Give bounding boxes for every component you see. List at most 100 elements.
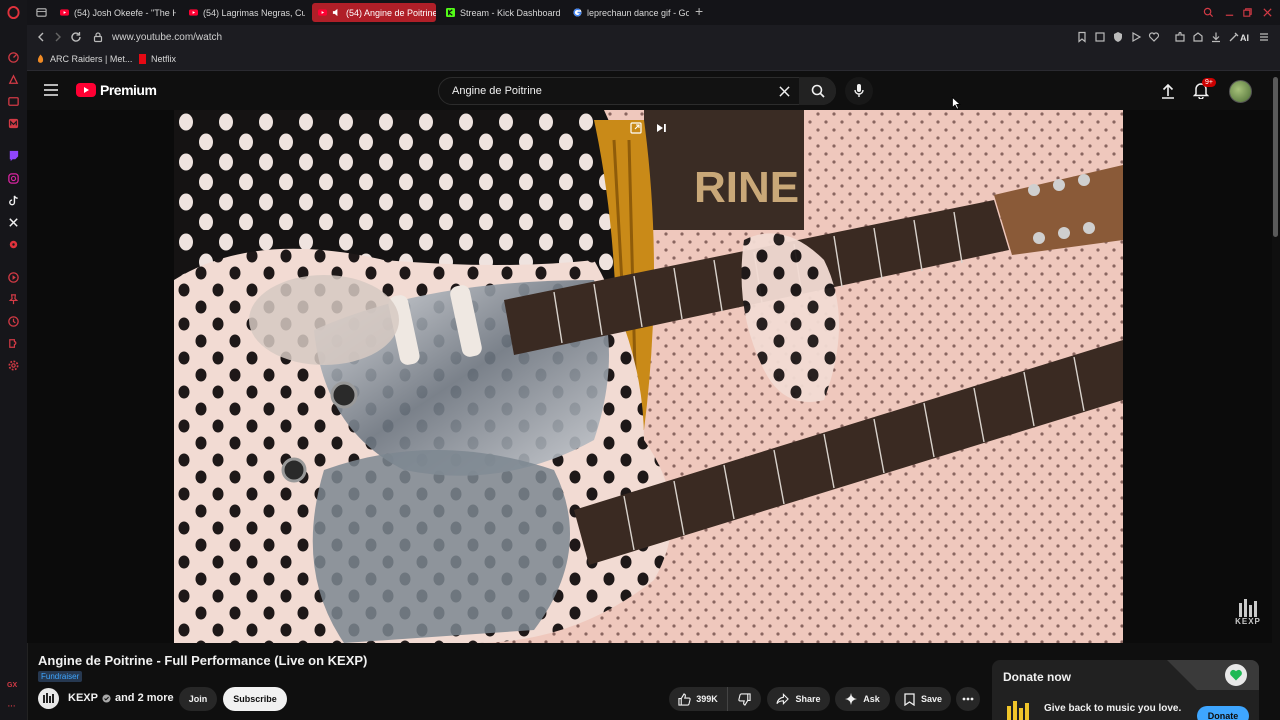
netflix-icon	[139, 54, 146, 64]
news-icon[interactable]	[7, 95, 20, 108]
tab-label: (54) Lagrimas Negras, Cu	[203, 7, 305, 18]
video-frame[interactable]: RINE	[174, 110, 1123, 643]
mail-icon[interactable]	[7, 117, 20, 130]
restore-icon[interactable]	[1242, 7, 1253, 18]
url-field[interactable]: www.youtube.com/watch	[112, 32, 222, 43]
kexp-donate-logo-icon	[1007, 701, 1029, 720]
opera-logo-icon[interactable]	[7, 6, 20, 19]
clear-search-icon[interactable]	[779, 86, 790, 97]
search-button[interactable]	[799, 77, 836, 105]
workspaces-icon[interactable]	[36, 7, 47, 18]
tab-angine-de-poitrine[interactable]: (54) Angine de Poitrine	[312, 3, 436, 22]
youtube-header: Premium Angine de Poitrine 9+	[27, 71, 1280, 110]
kick-icon	[446, 8, 455, 17]
voice-search-button[interactable]	[845, 77, 873, 105]
search-input[interactable]: Angine de Poitrine	[452, 85, 542, 97]
kexp-avatar-icon	[43, 693, 54, 703]
bookmark-arc-raiders[interactable]: ARC Raiders | Met...	[36, 54, 132, 64]
heart-icon	[1230, 669, 1242, 681]
ask-button[interactable]: Ask	[835, 687, 890, 711]
next-video-icon[interactable]	[655, 122, 667, 134]
tab-leprechaun-gif[interactable]: leprechaun dance gif - Go	[567, 3, 689, 22]
dislike-button[interactable]	[728, 687, 761, 711]
avatar[interactable]	[1229, 80, 1252, 103]
tab-kick-dashboard[interactable]: Stream - Kick Dashboard	[440, 3, 565, 22]
search-box: Angine de Poitrine	[438, 77, 836, 105]
extensions-puzzle-icon[interactable]	[1174, 31, 1186, 43]
forward-arrow-icon[interactable]	[52, 31, 64, 43]
hamburger-menu-icon[interactable]	[44, 84, 58, 96]
sparkle-icon	[845, 693, 858, 705]
page-scrollbar[interactable]	[1272, 71, 1280, 720]
share-button[interactable]: Share	[767, 687, 830, 711]
search-tabs-icon[interactable]	[1203, 7, 1214, 18]
tab-label: Stream - Kick Dashboard	[460, 7, 561, 18]
channel-name-label: KEXP	[68, 692, 98, 704]
extensions-icon[interactable]	[7, 337, 20, 350]
player-icon[interactable]	[7, 271, 20, 284]
youtube-icon	[318, 9, 327, 16]
instagram-icon[interactable]	[7, 172, 20, 185]
youtube-logo-icon	[76, 83, 96, 97]
heart-icon[interactable]	[1148, 31, 1160, 43]
gx-corner-icon[interactable]	[7, 73, 20, 86]
music-player-icon[interactable]	[7, 238, 20, 251]
aria-ai-icon[interactable]	[1228, 31, 1240, 43]
wallet-icon[interactable]	[1192, 31, 1204, 43]
speed-dial-icon[interactable]	[7, 51, 20, 64]
menu-icon[interactable]	[1258, 31, 1270, 43]
share-arrow-icon	[776, 693, 790, 705]
youtube-premium-logo[interactable]: Premium	[76, 82, 157, 98]
speaker-icon[interactable]	[332, 8, 341, 17]
vpn-shield-icon[interactable]	[1112, 31, 1124, 43]
google-icon	[573, 8, 582, 17]
save-label: Save	[920, 694, 943, 704]
subscribe-button[interactable]: Subscribe	[223, 687, 287, 711]
close-window-icon[interactable]	[1262, 7, 1273, 18]
player-play-icon[interactable]	[1130, 31, 1142, 43]
address-bar: www.youtube.com/watch AI	[27, 25, 1280, 50]
video-title: Angine de Poitrine - Full Performance (L…	[38, 653, 368, 668]
more-options-icon[interactable]: ···	[7, 700, 16, 712]
donate-card: Donate now Give back to music you love. …	[992, 660, 1259, 720]
settings-gear-icon[interactable]	[7, 359, 20, 372]
subscribe-label: Subscribe	[233, 694, 277, 704]
logo-text: Premium	[100, 82, 157, 98]
ai-label[interactable]: AI	[1240, 33, 1249, 43]
like-dislike-group: 399K	[669, 687, 761, 711]
save-button[interactable]: Save	[895, 687, 951, 711]
tiktok-icon[interactable]	[7, 194, 20, 207]
bookmark-page-icon[interactable]	[1076, 31, 1088, 43]
youtube-icon	[60, 9, 69, 16]
twitch-icon[interactable]	[7, 149, 20, 162]
search-icon	[811, 84, 825, 98]
donate-button[interactable]: Donate	[1197, 706, 1249, 720]
share-label: Share	[795, 694, 821, 704]
tab-josh-okeefe[interactable]: (54) Josh Okeefe - "The H	[54, 3, 176, 22]
new-tab-button[interactable]: +	[695, 4, 703, 18]
tab-lagrimas-negras[interactable]: (54) Lagrimas Negras, Cu	[183, 3, 305, 22]
pin-icon[interactable]	[7, 293, 20, 306]
minimize-icon[interactable]	[1224, 7, 1235, 18]
lock-icon[interactable]	[92, 31, 104, 43]
miniplayer-icon[interactable]	[630, 122, 642, 134]
like-button[interactable]: 399K	[669, 687, 728, 711]
back-arrow-icon[interactable]	[35, 31, 47, 43]
join-button[interactable]: Join	[179, 687, 217, 711]
youtube-icon	[189, 9, 198, 16]
upload-icon[interactable]	[1161, 83, 1175, 99]
snapshot-icon[interactable]	[1094, 31, 1106, 43]
channel-avatar[interactable]	[38, 688, 59, 709]
history-icon[interactable]	[7, 315, 20, 328]
video-player[interactable]: RINE KEXP	[27, 110, 1272, 643]
download-icon[interactable]	[1210, 31, 1222, 43]
ask-label: Ask	[863, 694, 880, 704]
channel-name[interactable]: KEXP and 2 more	[68, 692, 174, 704]
more-actions-button[interactable]	[956, 687, 980, 711]
bookmark-netflix[interactable]: Netflix	[139, 54, 176, 64]
reload-icon[interactable]	[70, 31, 82, 43]
scrollbar-thumb[interactable]	[1273, 77, 1278, 237]
fundraiser-badge[interactable]: Fundraiser	[38, 671, 83, 682]
x-twitter-icon[interactable]	[7, 216, 20, 229]
notifications-button[interactable]: 9+	[1193, 78, 1216, 100]
